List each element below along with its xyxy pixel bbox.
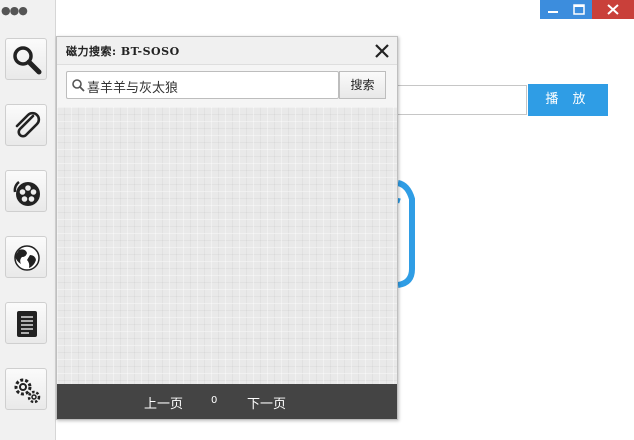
minimize-icon (548, 11, 558, 13)
gears-icon (14, 378, 41, 404)
search-button[interactable]: 搜索 (339, 71, 386, 99)
dialog-title: 磁力搜索: BT-SOSO (66, 45, 180, 58)
pager: 上一页 0 下一页 (57, 384, 397, 419)
sidebar: ●●● (0, 0, 56, 440)
search-icon (72, 79, 85, 92)
window-controls (540, 0, 634, 19)
search-input[interactable]: 喜羊羊与灰太狼 (66, 71, 339, 99)
search-input-value: 喜羊羊与灰太狼 (87, 81, 179, 96)
document-icon (17, 311, 37, 337)
sidebar-web-button[interactable] (5, 236, 47, 278)
menu-dots[interactable]: ●●● (1, 5, 28, 17)
results-area[interactable] (57, 107, 397, 384)
sidebar-document-button[interactable] (5, 302, 47, 344)
close-window-button[interactable] (592, 0, 634, 19)
maximize-button[interactable] (566, 0, 592, 19)
search-row: 喜羊羊与灰太狼 搜索 (57, 65, 397, 107)
prev-page-button[interactable]: 上一页 (144, 393, 183, 412)
globe-icon (14, 245, 40, 271)
play-button[interactable]: 播 放 (528, 84, 608, 116)
sidebar-settings-button[interactable] (5, 368, 47, 410)
search-icon (13, 46, 42, 75)
page-number: 0 (211, 395, 218, 406)
sidebar-video-button[interactable] (5, 170, 47, 212)
dialog-header: 磁力搜索: BT-SOSO (57, 37, 397, 65)
url-input[interactable] (392, 85, 527, 115)
film-reel-icon (13, 180, 40, 206)
sidebar-search-button[interactable] (5, 38, 47, 80)
maximize-icon (573, 4, 585, 15)
minimize-button[interactable] (540, 0, 566, 19)
paperclip-icon (15, 111, 41, 138)
magnet-search-dialog: 磁力搜索: BT-SOSO 喜羊羊与灰太狼 搜索 上一页 0 下一页 (56, 36, 398, 420)
next-page-button[interactable]: 下一页 (247, 393, 286, 412)
close-icon (607, 4, 619, 15)
sidebar-attachment-button[interactable] (5, 104, 47, 146)
dialog-close-icon[interactable] (373, 42, 391, 60)
